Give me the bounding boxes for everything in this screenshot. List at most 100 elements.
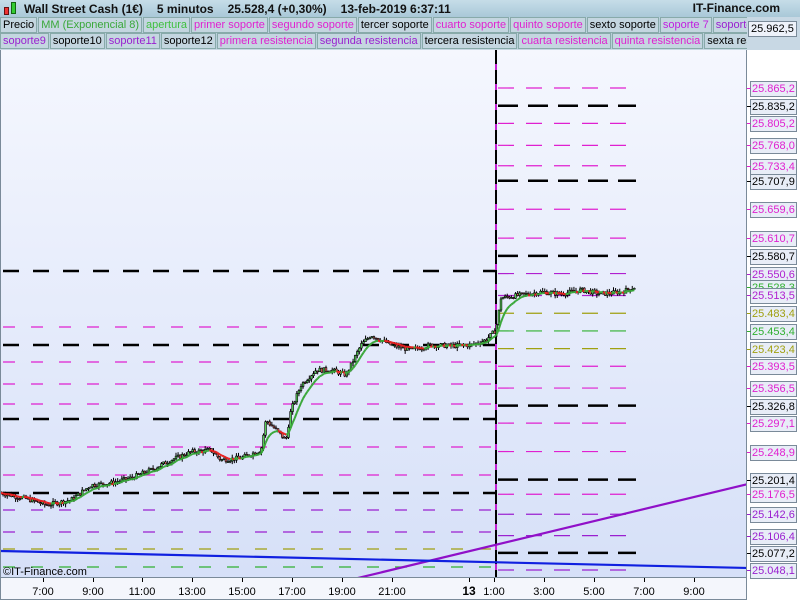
price-level-label: 25.106,4 [750, 528, 797, 545]
time-axis[interactable]: 7:00 9:00 11:00 13:00 15:00 17:00 19:00 21:00 13… [0, 577, 747, 600]
candle-body [272, 425, 276, 429]
chart-plot-area[interactable] [0, 50, 747, 577]
candle-body [308, 378, 311, 381]
price-tick [747, 88, 751, 89]
time-label: 17:00 [278, 586, 306, 598]
time-tick [644, 578, 645, 582]
price-level-label: 25.768,0 [750, 138, 797, 155]
candle-body [441, 343, 444, 345]
ema-segment [234, 457, 237, 461]
ema-segment [69, 499, 73, 503]
legend-item[interactable]: soporte 7 [659, 17, 712, 33]
legend-item[interactable]: quinto soporte [510, 17, 586, 33]
price-tick [747, 348, 751, 350]
candle-body [503, 295, 507, 298]
legend-item[interactable]: apertura [143, 17, 190, 33]
ema-segment [217, 452, 221, 456]
time-tick [494, 578, 495, 582]
legend-item[interactable]: soporte10 [49, 33, 105, 49]
ema-segment [179, 457, 183, 461]
ema-segment [302, 394, 307, 399]
legend-item[interactable]: soporte11 [105, 33, 160, 49]
candle-body [510, 297, 513, 299]
legend-item[interactable]: soporte9 [0, 33, 49, 49]
ema-segment [291, 417, 296, 424]
candle-body [228, 460, 232, 463]
legend-item[interactable]: sexto soporte [586, 17, 659, 33]
legend-item[interactable]: quinta resistencia [611, 33, 704, 49]
legend-item[interactable]: primer soporte [191, 17, 268, 33]
ema-segment [308, 385, 313, 390]
brand[interactable]: IT-Finance.com [693, 1, 780, 15]
price-tick [747, 423, 751, 425]
ema-segment [44, 500, 48, 504]
price-tick [747, 145, 751, 147]
legend-item[interactable]: segunda resistencia [316, 33, 421, 49]
ema-segment [508, 303, 513, 308]
ema-segment [569, 291, 573, 294]
ema-segment [221, 454, 225, 458]
legend-item[interactable]: cuarta resistencia [518, 33, 611, 49]
candle-body [370, 336, 374, 339]
candle-body [47, 504, 51, 507]
ema-segment [167, 464, 171, 467]
ema-segment [163, 465, 166, 468]
price-tick [747, 165, 751, 167]
ema-segment [73, 498, 77, 502]
candle-body [85, 488, 88, 491]
ema-segment [15, 494, 18, 498]
legend-item[interactable]: tercer soporte [357, 17, 432, 33]
candle-body [268, 421, 271, 426]
ema-segment [184, 456, 187, 459]
price-tick [747, 180, 751, 182]
candle-body [158, 466, 161, 469]
candle-body [199, 449, 203, 452]
price-level-label: 25.248,9 [750, 444, 797, 461]
ema-segment [304, 391, 309, 396]
ema-segment [36, 498, 39, 502]
legend-item[interactable]: MM (Exponencial 8) [38, 17, 143, 33]
price-level-label: 25.805,2 [750, 116, 797, 133]
legend-item[interactable]: segundo soporte [268, 17, 357, 33]
ema-segment [188, 454, 191, 457]
ema-segment [402, 344, 406, 348]
ema-segment [398, 343, 402, 347]
ema-segment [515, 298, 519, 302]
legend-item[interactable]: cuarto soporte [432, 17, 510, 33]
price-tick [747, 105, 751, 107]
ema-segment [293, 412, 298, 419]
time-label: 1:00 [483, 586, 505, 598]
ema-segment [519, 296, 523, 300]
ema-segment [329, 371, 333, 374]
candle-body [39, 502, 42, 505]
legend-item[interactable]: soporte12 [160, 33, 216, 49]
legend-item[interactable]: soporte 8 [712, 17, 747, 33]
copyright: ©IT-Finance.com [3, 566, 87, 578]
ema-segment [360, 351, 365, 357]
price-axis[interactable]: 25.865,2 25.835,2 25.805,2 25.768,0 25.733,4… [747, 50, 800, 600]
ema-segment [150, 470, 154, 473]
ema-segment [331, 370, 335, 374]
candle-body [124, 477, 128, 480]
candle-body [401, 346, 405, 349]
candle-body [45, 504, 49, 506]
ema-segment [257, 453, 260, 456]
ema-segment [442, 344, 445, 347]
candle-body [191, 449, 194, 453]
time-label: 11:00 [128, 586, 156, 598]
legend-item[interactable]: tercera resistencia [421, 33, 518, 49]
ema-segment [121, 479, 125, 483]
time-tick [93, 578, 94, 582]
price-level-label: 25.077,2 [750, 545, 797, 562]
ema-segment [206, 449, 210, 452]
price-level-label: 25.580,7 [750, 248, 797, 265]
legend-item[interactable]: sexta resist [704, 33, 747, 49]
ema-segment [319, 374, 323, 378]
ema-segment [173, 460, 177, 464]
ema-segment [362, 348, 367, 354]
legend-item[interactable]: primera resistencia [216, 33, 316, 49]
candle-body [491, 330, 494, 334]
candle-body [297, 390, 301, 394]
candle-body [499, 298, 503, 311]
legend-item[interactable]: Precio [0, 17, 38, 33]
